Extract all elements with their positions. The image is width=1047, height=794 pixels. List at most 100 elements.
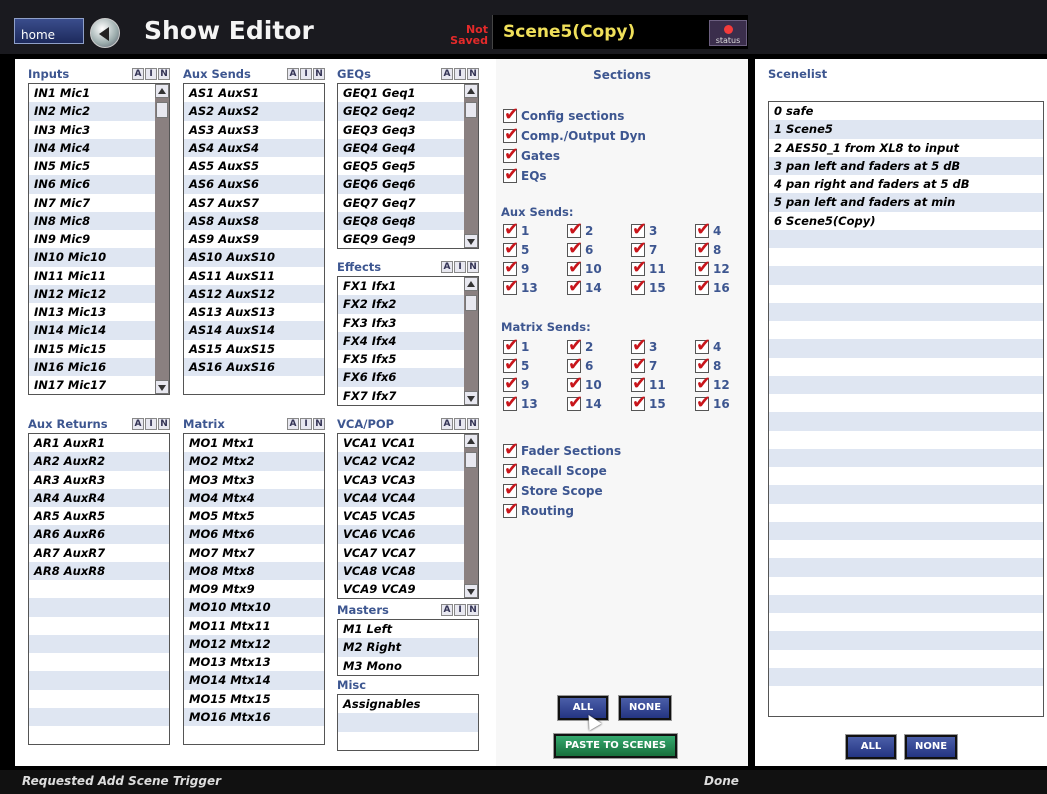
matrix-list-item[interactable]: MO13 Mtx13 [184,653,324,672]
scroll-down-icon[interactable] [464,234,478,249]
aux-returns-list-item[interactable] [29,616,169,635]
matrix-list-item[interactable]: MO15 Mtx15 [184,689,324,708]
effects-list-item[interactable]: FX5 Ifx5 [338,350,478,369]
inputs-list-item[interactable]: IN16 Mic16 [29,357,169,376]
scene-list-item[interactable] [769,412,1043,431]
scene-list-item[interactable] [769,540,1043,559]
inputs-list-item[interactable]: IN12 Mic12 [29,284,169,303]
inputs-list-item[interactable]: IN14 Mic14 [29,321,169,340]
matrix-list-item[interactable]: MO3 Mtx3 [184,470,324,489]
vca-pop-list-item[interactable]: VCA1 VCA1 [338,434,478,453]
scene-list-item[interactable]: 1 Scene5 [769,120,1043,139]
aux-sends-filter-n-button[interactable]: N [313,68,325,80]
aux-returns-list-item[interactable] [29,634,169,653]
masters-filter-i-button[interactable]: I [454,604,466,616]
scroll-up-icon[interactable] [464,434,478,448]
aux-sends-list-item[interactable]: AS14 AuxS14 [184,321,324,340]
effects-list-item[interactable]: FX6 Ifx6 [338,368,478,387]
scroll-up-icon[interactable] [464,277,478,291]
matrix-send-6-checkbox[interactable]: 6 [567,354,593,375]
aux-send-12-checkbox[interactable]: 12 [695,257,730,278]
aux-returns-list-item[interactable] [29,671,169,690]
section-checkbox[interactable]: Comp./Output Dyn [503,124,646,145]
aux-returns-list-item[interactable]: AR5 AuxR5 [29,507,169,526]
geqs-list-item[interactable]: GEQ3 Geq3 [338,120,478,139]
matrix-list-item[interactable]: MO7 Mtx7 [184,543,324,562]
aux-send-16-checkbox[interactable]: 16 [695,276,730,297]
aux-returns-list-item[interactable] [29,598,169,617]
aux-returns-list-item[interactable]: AR8 AuxR8 [29,561,169,580]
matrix-send-16-checkbox[interactable]: 16 [695,392,730,413]
aux-returns-filter-n-button[interactable]: N [158,418,170,430]
matrix-send-11-checkbox[interactable]: 11 [631,373,666,394]
scene-list-item[interactable] [769,357,1043,376]
aux-returns-list-item[interactable] [29,653,169,672]
aux-sends-filter-a-button[interactable]: A [287,68,299,80]
aux-send-15-checkbox[interactable]: 15 [631,276,666,297]
inputs-list-item[interactable]: IN1 Mic1 [29,84,169,103]
geqs-list-item[interactable]: GEQ1 Geq1 [338,84,478,103]
aux-send-14-checkbox[interactable]: 14 [567,276,602,297]
aux-send-7-checkbox[interactable]: 7 [631,238,657,259]
sections-none-button[interactable]: NONE [618,695,672,721]
misc-list-item[interactable] [338,731,478,750]
aux-returns-list-item[interactable] [29,580,169,599]
scene-list-item[interactable] [769,430,1043,449]
matrix-send-9-checkbox[interactable]: 9 [503,373,529,394]
vca-pop-list-item[interactable]: VCA4 VCA4 [338,488,478,507]
scene-list-item[interactable] [769,321,1043,340]
aux-returns-list-item[interactable] [29,689,169,708]
matrix-send-4-checkbox[interactable]: 4 [695,335,721,356]
scene-list-item[interactable] [769,266,1043,285]
scene-list-item[interactable] [769,521,1043,540]
aux-returns-list-item[interactable]: AR2 AuxR2 [29,452,169,471]
scene-list-item[interactable]: 3 pan left and faders at 5 dB [769,156,1043,175]
geqs-scrollbar[interactable] [464,84,478,249]
scroll-up-icon[interactable] [155,84,169,98]
scene-list-item[interactable] [769,631,1043,650]
sections-all-button[interactable]: ALL [557,695,609,721]
matrix-send-3-checkbox[interactable]: 3 [631,335,657,356]
scene-list-item[interactable] [769,394,1043,413]
effects-list-item[interactable]: FX3 Ifx3 [338,313,478,332]
aux-sends-list-item[interactable]: AS13 AuxS13 [184,303,324,322]
matrix-list-item[interactable]: MO2 Mtx2 [184,452,324,471]
inputs-list-item[interactable]: IN11 Mic11 [29,266,169,285]
inputs-list-item[interactable]: IN8 Mic8 [29,211,169,230]
matrix-send-12-checkbox[interactable]: 12 [695,373,730,394]
matrix-send-2-checkbox[interactable]: 2 [567,335,593,356]
aux-send-4-checkbox[interactable]: 4 [695,219,721,240]
matrix-list-item[interactable]: MO4 Mtx4 [184,488,324,507]
scroll-down-icon[interactable] [155,380,169,395]
aux-sends-list-item[interactable]: AS2 AuxS2 [184,102,324,121]
section-checkbox[interactable]: Routing [503,499,574,520]
effects-list-item[interactable]: FX7 Ifx7 [338,386,478,405]
masters-filter-n-button[interactable]: N [467,604,479,616]
matrix-list-item[interactable]: MO8 Mtx8 [184,561,324,580]
scenelist-none-button[interactable]: NONE [904,734,958,760]
scroll-down-icon[interactable] [464,390,478,405]
misc-list-item[interactable]: Assignables [338,695,478,714]
vca-pop-list-item[interactable]: VCA6 VCA6 [338,525,478,544]
masters-filter-a-button[interactable]: A [441,604,453,616]
aux-send-6-checkbox[interactable]: 6 [567,238,593,259]
inputs-list-item[interactable]: IN5 Mic5 [29,157,169,176]
inputs-list-item[interactable]: IN6 Mic6 [29,175,169,194]
section-checkbox[interactable]: Store Scope [503,479,603,500]
home-button[interactable]: home [14,18,84,44]
aux-send-11-checkbox[interactable]: 11 [631,257,666,278]
scroll-thumb[interactable] [156,102,168,118]
scene-list-item[interactable] [769,284,1043,303]
matrix-list-item[interactable]: MO9 Mtx9 [184,580,324,599]
aux-sends-list-item[interactable]: AS15 AuxS15 [184,339,324,358]
matrix-list-item[interactable]: MO10 Mtx10 [184,598,324,617]
matrix-filter-n-button[interactable]: N [313,418,325,430]
geqs-list-item[interactable]: GEQ7 Geq7 [338,193,478,212]
masters-list-item[interactable]: M2 Right [338,638,478,657]
aux-sends-list-item[interactable]: AS4 AuxS4 [184,138,324,157]
vca-pop-list-item[interactable]: VCA7 VCA7 [338,543,478,562]
effects-list-item[interactable]: FX2 Ifx2 [338,295,478,314]
status-button[interactable]: status [709,20,747,46]
scene-list-item[interactable] [769,248,1043,267]
matrix-send-5-checkbox[interactable]: 5 [503,354,529,375]
